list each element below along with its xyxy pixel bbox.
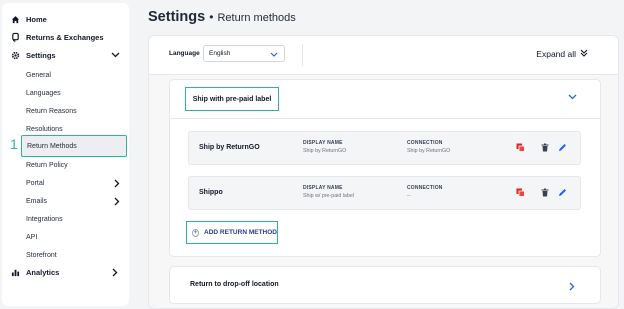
add-return-method-label: ADD RETURN METHOD — [204, 229, 277, 236]
method-name: Ship by ReturnGO — [199, 144, 260, 151]
chevron-down-icon[interactable] — [566, 91, 578, 103]
double-chevron-down-icon — [580, 49, 588, 59]
sidebar-item-return-methods[interactable]: Return Methods — [21, 135, 127, 157]
page-subtitle: Return methods — [217, 12, 296, 24]
nav-analytics-label: Analytics — [26, 267, 60, 277]
nav-returns-exchanges-label: Returns & Exchanges — [26, 32, 104, 42]
gear-icon — [10, 50, 20, 60]
return-method-card: Shippo DISPLAY NAME Ship w/ pre-paid lab… — [188, 176, 581, 210]
sidebar-item-api[interactable]: API — [21, 228, 125, 246]
main-card: Language English Expand all Ship with pr… — [148, 35, 619, 309]
nav-home[interactable]: Home — [10, 11, 123, 27]
display-name-label: DISPLAY NAME — [303, 185, 343, 191]
connection-label: CONNECTION — [407, 140, 443, 146]
sidebar-item-emails[interactable]: Emails — [21, 192, 125, 210]
sidebar-item-return-reasons[interactable]: Return Reasons — [21, 102, 125, 120]
section-dropoff-title: Return to drop-off location — [190, 281, 279, 288]
expand-all-button[interactable]: Expand all — [536, 49, 588, 59]
edit-pencil-icon[interactable] — [557, 142, 568, 153]
sidebar-item-label: Integrations — [26, 215, 63, 223]
chevron-right-icon[interactable] — [566, 280, 578, 292]
nav-settings[interactable]: Settings — [10, 47, 123, 63]
chevron-right-icon[interactable] — [109, 266, 121, 278]
sidebar-item-portal[interactable]: Portal — [21, 174, 125, 192]
section-prepaid-title: Ship with pre-paid label — [192, 95, 272, 103]
sidebar-item-label: Portal — [26, 179, 45, 187]
sidebar-item-label: Return Reasons — [26, 107, 77, 115]
chevron-right-icon[interactable] — [111, 195, 123, 207]
sidebar-item-label: Languages — [26, 89, 61, 97]
step-number-1: 1 — [10, 136, 18, 152]
plus-circle-icon: + — [192, 228, 200, 237]
duplicate-icon[interactable] — [515, 142, 526, 153]
language-select-value: English — [209, 50, 231, 57]
nav-returns-exchanges[interactable]: Returns & Exchanges — [10, 29, 123, 45]
sidebar-item-general[interactable]: General — [21, 66, 125, 84]
chevron-down-icon[interactable] — [109, 49, 121, 61]
language-label: Language — [169, 50, 200, 57]
sidebar-item-label: Resolutions — [26, 125, 63, 133]
section-prepaid-header[interactable]: Ship with pre-paid label — [185, 87, 279, 111]
title-separator: • — [209, 10, 214, 24]
sidebar-item-storefront[interactable]: Storefront — [21, 246, 125, 264]
method-name: Shippo — [199, 189, 223, 196]
chevron-right-icon[interactable] — [111, 177, 123, 189]
home-icon — [10, 14, 20, 24]
section-prepaid-label: Ship with pre-paid label Ship by ReturnG… — [169, 79, 601, 257]
connection-label: CONNECTION — [407, 185, 443, 191]
trash-icon[interactable] — [539, 187, 550, 198]
sidebar: Home Returns & Exchanges Settings Genera… — [2, 3, 129, 306]
section-dropoff-location[interactable]: Return to drop-off location — [169, 266, 601, 304]
edit-pencil-icon[interactable] — [557, 187, 568, 198]
sidebar-item-label: Return Methods — [27, 142, 77, 150]
duplicate-icon[interactable] — [515, 187, 526, 198]
return-method-card: Ship by ReturnGO DISPLAY NAME Ship by Re… — [188, 131, 581, 165]
sidebar-item-integrations[interactable]: Integrations — [21, 210, 125, 228]
display-name-label: DISPLAY NAME — [303, 140, 343, 146]
chevron-down-icon — [269, 49, 279, 59]
language-select[interactable]: English — [203, 45, 285, 62]
add-return-method-button[interactable]: + ADD RETURN METHOD — [186, 221, 278, 244]
expand-all-label: Expand all — [536, 49, 576, 59]
nav-home-label: Home — [26, 14, 47, 24]
toolbar-divider — [302, 44, 303, 66]
page-title: Settings • Return methods — [148, 9, 296, 25]
sidebar-item-label: General — [26, 71, 51, 79]
display-name-value: Ship by ReturnGO — [303, 148, 347, 154]
sidebar-item-label: Return Policy — [26, 161, 68, 169]
bar-chart-icon — [10, 267, 20, 277]
sidebar-item-return-policy[interactable]: Return Policy — [21, 156, 125, 174]
trash-icon[interactable] — [539, 142, 550, 153]
sidebar-item-label: Emails — [26, 197, 48, 205]
sidebar-item-label: API — [26, 233, 38, 241]
sidebar-item-languages[interactable]: Languages — [21, 84, 125, 102]
nav-settings-label: Settings — [26, 50, 56, 60]
connection-value: Ship by ReturnGO — [407, 148, 451, 154]
page-title-main: Settings — [148, 9, 206, 25]
section-divider — [170, 118, 600, 119]
display-name-value: Ship w/ pre-paid label — [303, 193, 354, 199]
nav-analytics[interactable]: Analytics — [10, 264, 123, 280]
sidebar-item-label: Storefront — [26, 251, 57, 259]
connection-value: -- — [407, 193, 411, 199]
return-icon — [10, 32, 20, 42]
